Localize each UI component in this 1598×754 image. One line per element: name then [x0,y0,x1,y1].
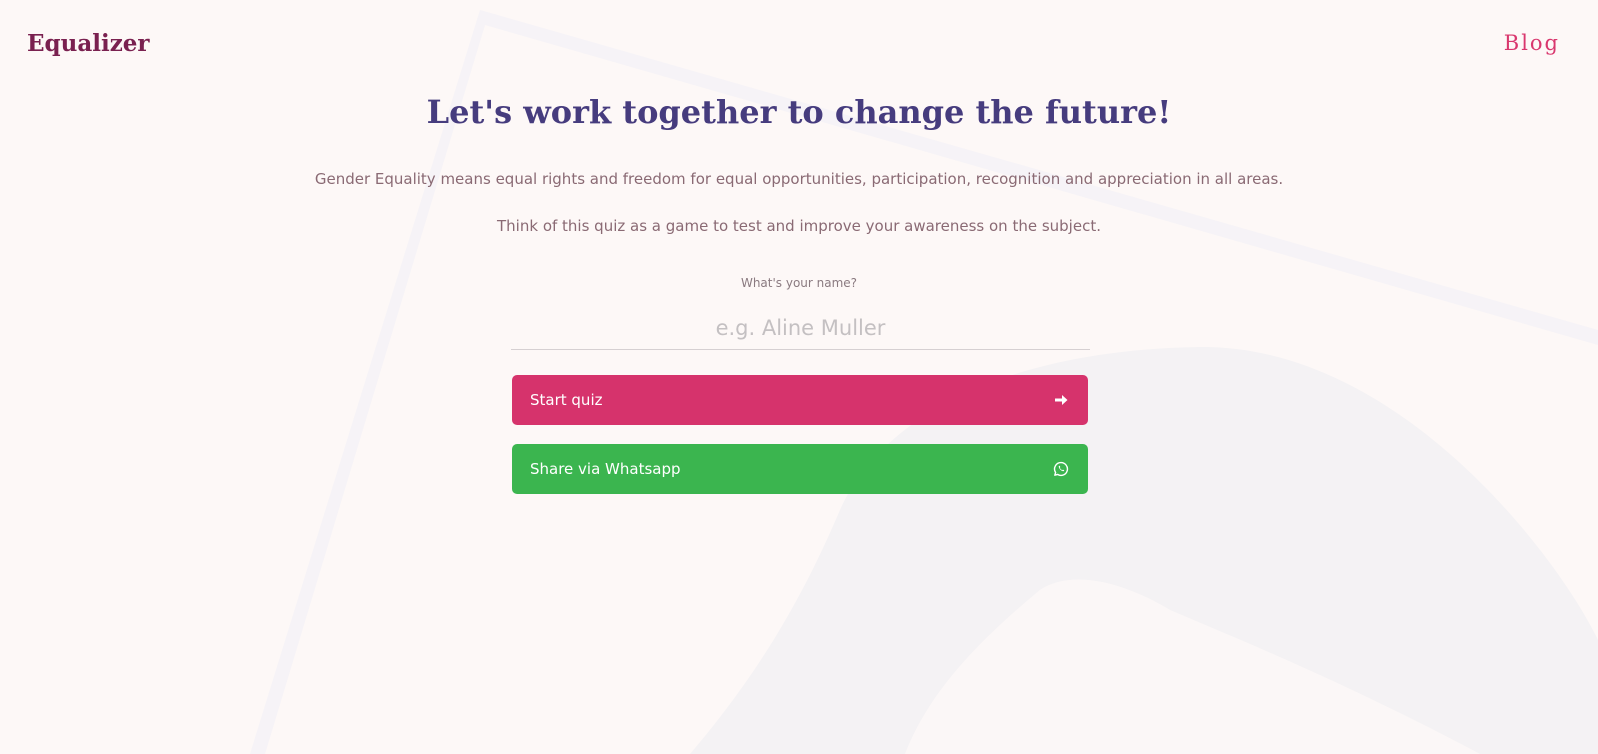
logo[interactable]: Equalizer [27,30,150,57]
name-label: What's your name? [740,276,858,290]
start-quiz-label: Start quiz [530,391,603,409]
name-input[interactable] [511,306,1090,350]
quiz-intro-text: Think of this quiz as a game to test and… [497,217,1101,235]
site-header: Equalizer Blog [0,0,1598,90]
arrow-right-icon [1052,391,1070,409]
start-quiz-button[interactable]: Start quiz [512,375,1088,425]
share-whatsapp-button[interactable]: Share via Whatsapp [512,444,1088,494]
share-whatsapp-label: Share via Whatsapp [530,460,681,478]
description-text: Gender Equality means equal rights and f… [314,170,1284,188]
blog-link[interactable]: Blog [1504,31,1560,55]
page-title: Let's work together to change the future… [426,93,1172,131]
whatsapp-icon [1052,460,1070,478]
